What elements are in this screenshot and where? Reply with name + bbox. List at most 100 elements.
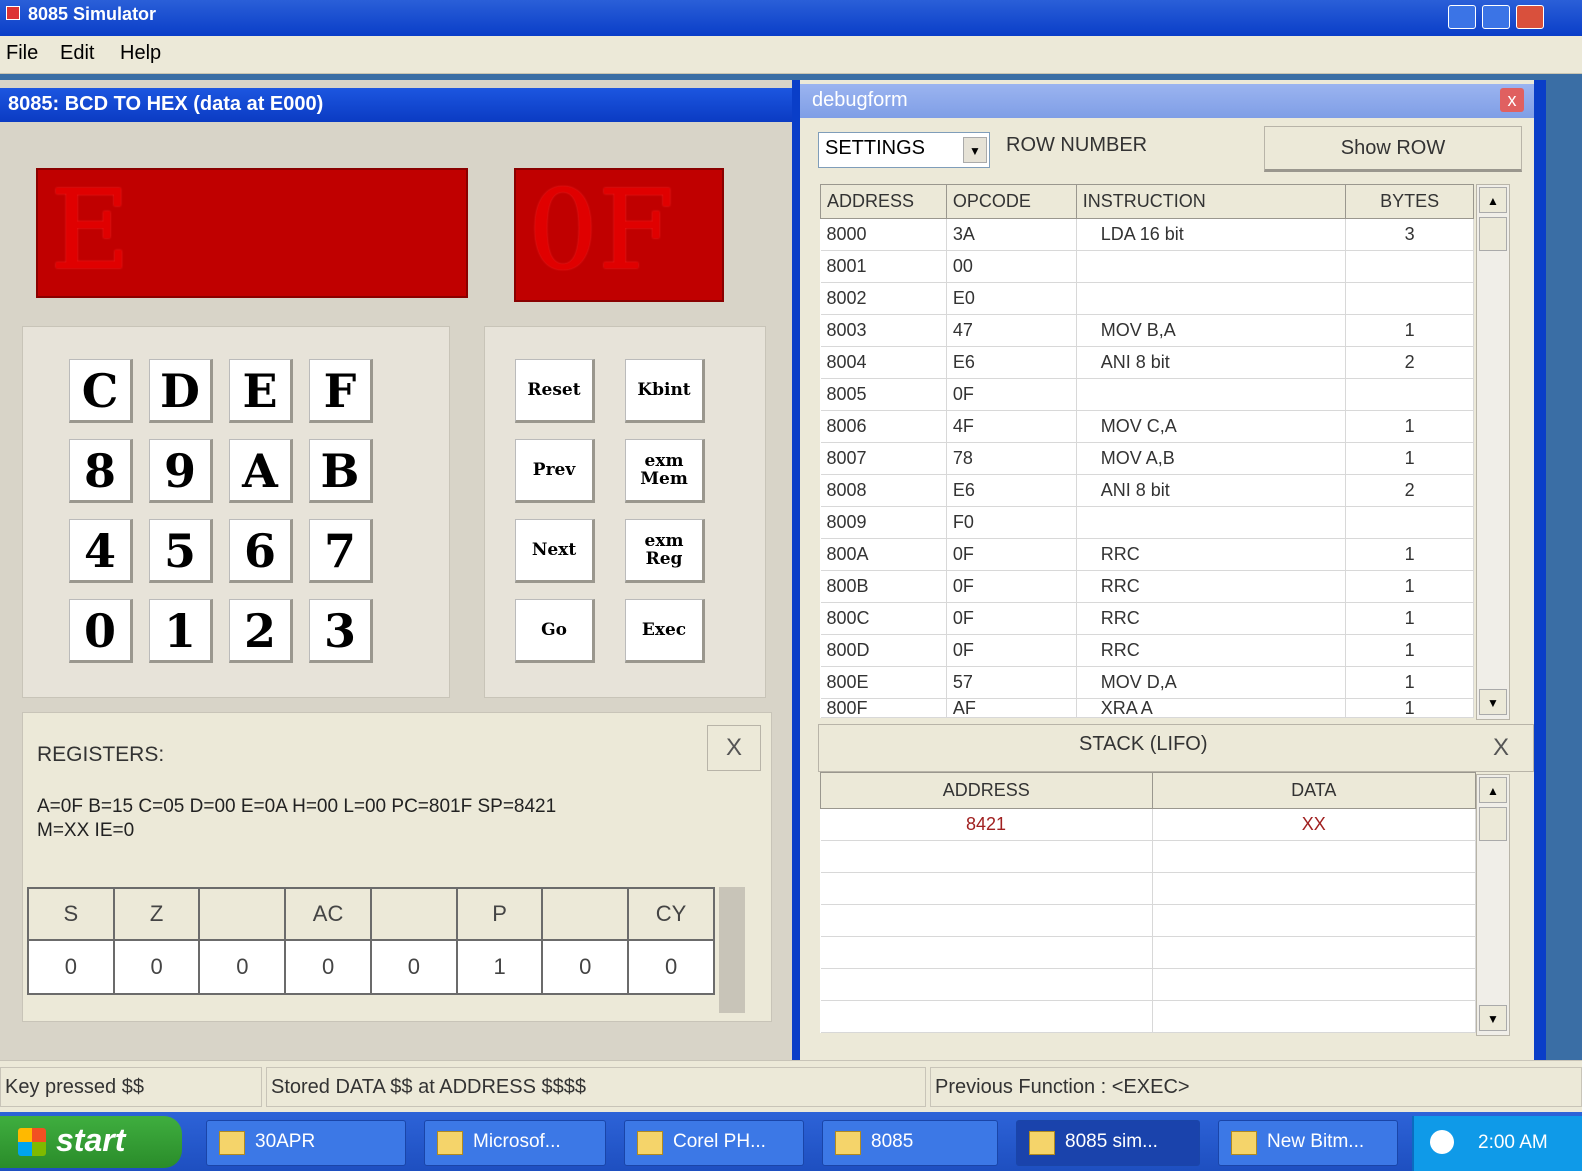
key-1[interactable]: 1 [149,599,213,663]
program-table: ADDRESS OPCODE INSTRUCTION BYTES 8000 3A LDA … [820,184,1474,718]
settings-dropdown[interactable]: SETTINGS ▼ [818,132,990,168]
function-keypad: Reset Kbint Prev exm Mem Next exm Reg Go Exec [484,326,766,698]
registers-close-button[interactable]: X [707,725,761,771]
table-row[interactable]: 800F AF XRA A1 [820,698,1474,718]
key-a[interactable]: A [229,439,293,503]
key-8[interactable]: 8 [69,439,133,503]
title-bar: 8085 Simulator [0,0,1582,36]
table-row[interactable]: 800C 0F RRC 1 [820,602,1474,635]
key-e[interactable]: E [229,359,293,423]
table-row [820,968,1477,1001]
table-row[interactable]: 8007 78 MOV A,B 1 [820,442,1474,475]
fn-key-exm-mem[interactable]: exm Mem [625,439,705,503]
tray-icon[interactable] [1430,1130,1454,1154]
taskbar-item[interactable]: Corel PH... [624,1120,804,1166]
debug-close-button[interactable]: x [1500,88,1524,112]
taskbar-item[interactable]: 30APR [206,1120,406,1166]
start-button[interactable]: start [0,1116,182,1168]
menu-edit[interactable]: Edit [60,42,94,65]
bytes-cell: 1 [1345,410,1474,443]
key-0[interactable]: 0 [69,599,133,663]
flags-table: S Z AC P CY 00000100 [27,887,715,995]
stack-data-cell [1152,904,1477,937]
table-row[interactable]: 800A 0F RRC 1 [820,538,1474,571]
fn-key-exm-reg[interactable]: exm Reg [625,519,705,583]
data-display: 0F [514,168,724,302]
opcode-cell: 0F [946,570,1077,603]
key-4[interactable]: 4 [69,519,133,583]
stack-scrollbar[interactable]: ▲ ▼ [1476,774,1510,1036]
table-row[interactable]: 8004 E6 ANI 8 bit 2 [820,346,1474,379]
scroll-up-icon[interactable]: ▲ [1479,777,1507,803]
taskbar-item[interactable]: 8085 [822,1120,998,1166]
close-window-button[interactable] [1516,5,1544,29]
fn-key-prev[interactable]: Prev [515,439,595,503]
fn-key-kbint[interactable]: Kbint [625,359,705,423]
taskbar: start 30APR Microsof... Corel PH... 8085 808… [0,1112,1582,1171]
column-header-bytes[interactable]: BYTES [1345,184,1474,219]
table-row[interactable]: 8009 F0 [820,506,1474,539]
key-9[interactable]: 9 [149,439,213,503]
address-cell: 8000 [820,218,947,251]
fn-key-next[interactable]: Next [515,519,595,583]
taskbar-item[interactable]: 8085 sim... [1016,1120,1200,1166]
key-5[interactable]: 5 [149,519,213,583]
key-3[interactable]: 3 [309,599,373,663]
key-b[interactable]: B [309,439,373,503]
key-f[interactable]: F [309,359,373,423]
show-row-button[interactable]: Show ROW [1264,126,1522,172]
table-row[interactable]: 8003 47 MOV B,A 1 [820,314,1474,347]
flags-scrollbar[interactable] [719,887,745,1013]
taskbar-item[interactable]: New Bitm... [1218,1120,1398,1166]
column-header-address[interactable]: ADDRESS [820,184,947,219]
column-header-instruction[interactable]: INSTRUCTION [1075,184,1347,219]
table-row[interactable]: 8002 E0 [820,282,1474,315]
table-row[interactable]: 8006 4F MOV C,A 1 [820,410,1474,443]
scroll-down-icon[interactable]: ▼ [1479,1005,1507,1031]
menu-help[interactable]: Help [120,42,161,65]
fn-key-exec[interactable]: Exec [625,599,705,663]
stack-close-button[interactable]: X [1479,729,1523,767]
table-row[interactable]: 8005 0F [820,378,1474,411]
stack-address-cell [820,904,1153,937]
fn-key-go[interactable]: Go [515,599,595,663]
table-row[interactable]: 800D 0F RRC 1 [820,634,1474,667]
taskbar-item[interactable]: Microsof... [424,1120,606,1166]
key-c[interactable]: C [69,359,133,423]
table-row[interactable]: 8001 00 [820,250,1474,283]
key-d[interactable]: D [149,359,213,423]
table-row[interactable]: 800E 57 MOV D,A 1 [820,666,1474,699]
opcode-cell: 47 [946,314,1077,347]
instruction-cell: ANI 8 bit [1076,346,1347,379]
scroll-thumb[interactable] [1479,217,1507,251]
stack-header-data: DATA [1151,772,1477,809]
stack-data-cell [1152,968,1477,1001]
flag-value: 0 [627,939,715,995]
program-scrollbar[interactable]: ▲ ▼ [1476,184,1510,720]
table-row[interactable]: 8000 3A LDA 16 bit 3 [820,218,1474,251]
column-header-opcode[interactable]: OPCODE [945,184,1077,219]
instruction-cell: LDA 16 bit [1076,218,1347,251]
key-6[interactable]: 6 [229,519,293,583]
table-row[interactable]: 800B 0F RRC 1 [820,570,1474,603]
scroll-down-icon[interactable]: ▼ [1479,689,1507,715]
instruction-cell: RRC [1076,538,1347,571]
address-cell: 8004 [820,346,947,379]
address-cell: 8007 [820,442,947,475]
table-row[interactable]: 8008 E6 ANI 8 bit 2 [820,474,1474,507]
key-7[interactable]: 7 [309,519,373,583]
fn-key-reset[interactable]: Reset [515,359,595,423]
scroll-up-icon[interactable]: ▲ [1479,187,1507,213]
flag-value: 0 [27,939,115,995]
scroll-thumb[interactable] [1479,807,1507,841]
opcode-cell: 0F [946,378,1077,411]
maximize-button[interactable] [1482,5,1510,29]
opcode-cell: 78 [946,442,1077,475]
key-2[interactable]: 2 [229,599,293,663]
trainer-panel: 8085: BCD TO HEX (data at E000) E 0F CDE… [0,80,800,1060]
menu-file[interactable]: File [6,42,38,65]
window-title: 8085 Simulator [28,4,157,24]
dropdown-arrow-icon[interactable]: ▼ [963,137,987,163]
minimize-button[interactable] [1448,5,1476,29]
stack-table: ADDRESS DATA 8421 XX [820,772,1477,1033]
